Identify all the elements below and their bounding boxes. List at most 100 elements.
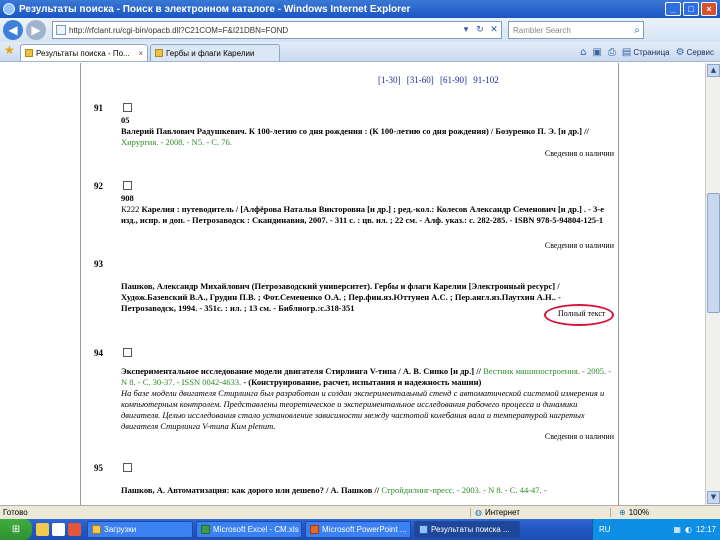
window-title: Результаты поиска - Поиск в электронном … [19,3,411,15]
desktop-icon[interactable] [36,523,49,536]
scroll-thumb[interactable] [707,193,720,313]
status-bar: Готово ◍ Интернет ⊕ 100% [0,505,720,519]
refresh-icon[interactable]: ↻ [473,25,487,35]
scroll-up-icon[interactable]: ▲ [707,64,720,77]
record-number: 92 [94,181,103,191]
address-dropdown-icon[interactable]: ▾ [459,25,473,35]
search-input[interactable]: Rambler Search [509,26,627,35]
search-icon[interactable]: ⌕ [627,25,643,36]
record-subcode: К222 [121,204,140,214]
window-titlebar: Результаты поиска - Поиск в электронном … [0,0,720,18]
record-body: 908 К222 Карелия : путеводитель / [Алфёр… [121,193,616,226]
zone-label: Интернет [484,508,520,517]
favorites-star-icon[interactable]: ★ [4,43,18,59]
record-abstract: На базе модели двигателя Стирлинга был р… [121,388,605,431]
record-source-link[interactable]: Хирургия. - 2008. - N5. - С. 76. [121,137,232,147]
result-record: 95 Пашков, А. Автоматизация: как дорого … [81,463,620,505]
globe-icon: ◍ [475,508,482,517]
zoom-control[interactable]: ⊕ 100% [610,508,720,517]
taskbar-button-label: Результаты поиска ... [431,525,510,534]
scroll-down-icon[interactable]: ▼ [707,491,720,504]
ie-logo-icon [3,3,15,15]
record-checkbox[interactable] [123,463,132,472]
stop-icon[interactable]: ✕ [487,25,501,35]
tab-label: Результаты поиска - По... [36,48,130,58]
taskbar-button-excel[interactable]: Microsoft Excel - СМ.xls [196,521,302,538]
record-title: Пашков, Александр Михайлович (Петрозавод… [121,281,561,313]
window-controls: _ □ × [665,2,717,16]
availability-link[interactable]: Сведения о наличии [545,241,614,250]
powerpoint-icon [310,525,319,534]
record-source-link[interactable]: Стройдилинг-пресс. - 2003. - N 8. - С. 4… [381,485,546,495]
ie-icon [419,525,428,534]
volume-icon[interactable]: ◐ [685,525,692,534]
feeds-icon: ▣ [592,46,602,58]
vertical-scrollbar[interactable]: ▲ ▼ [705,63,720,505]
tab-close-icon[interactable]: × [135,49,143,58]
taskbar-button-downloads[interactable]: Загрузки [87,521,193,538]
taskbar-button-ie[interactable]: Результаты поиска ... [414,521,520,538]
record-title: Валерий Павлович Радушкевич. К 100-летию… [121,126,589,136]
start-button[interactable]: ⊞ [0,519,32,540]
ie-icon[interactable] [52,523,65,536]
forward-button[interactable]: ▶ [26,20,46,40]
excel-icon [201,525,210,534]
pagination: [1-30] [31-60] [61-90] 91-102 [378,75,503,85]
availability-link[interactable]: Сведения о наличии [545,149,614,158]
page-menu-button[interactable]: ▤ Страница [622,47,670,58]
record-number: 94 [94,348,103,358]
close-button[interactable]: × [701,2,717,16]
record-checkbox[interactable] [123,348,132,357]
availability-link[interactable]: Сведения о наличии [545,432,614,441]
taskbar-button-label: Microsoft Excel - СМ.xls [213,525,299,534]
result-record: 92 908 К222 Карелия : путеводитель / [Ал… [81,181,620,256]
address-bar[interactable]: http://rfclant.ru/cgi-bin/opacb.dll?C21C… [52,21,502,39]
system-tray: RU ▦ ◐ 12:17 [592,519,720,540]
page-viewport: [1-30] [31-60] [61-90] 91-102 91 05 Вале… [0,63,720,505]
language-indicator[interactable]: RU [593,525,611,534]
print-button[interactable]: ⎙ [608,47,616,58]
page-link[interactable]: [61-90] [440,75,467,85]
tab-favicon-icon [155,49,163,57]
record-body: 05 Валерий Павлович Радушкевич. К 100-ле… [121,115,616,148]
tab-gerby-karelii[interactable]: Гербы и флаги Карелии [150,44,280,61]
home-button[interactable]: ⌂ [580,47,586,58]
page-icon: ▤ [621,46,632,58]
tab-toolbar: ★ Результаты поиска - По... × Гербы и фл… [0,42,720,62]
fulltext-link[interactable]: Полный текст [558,309,605,318]
feeds-button[interactable]: ▣ [592,47,601,58]
search-box[interactable]: Rambler Search ⌕ [508,21,644,39]
taskbar-button-label: Microsoft PowerPoint ... [322,525,407,534]
maximize-button[interactable]: □ [683,2,699,16]
address-toolbar: ◀ ▶ http://rfclant.ru/cgi-bin/opacb.dll?… [0,18,720,42]
page-link[interactable]: [31-60] [407,75,434,85]
address-url[interactable]: http://rfclant.ru/cgi-bin/opacb.dll?C21C… [69,26,459,35]
media-icon[interactable] [68,523,81,536]
result-record: 93 Пашков, Александр Михайлович (Петроза… [81,259,620,341]
record-title: Экспериментальное исследование модели дв… [121,366,481,376]
zoom-icon: ⊕ [619,508,626,517]
clock: 12:17 [695,525,716,534]
page-link[interactable]: [1-30] [378,75,401,85]
tools-menu-button[interactable]: ⚙ Сервис [676,47,714,58]
record-checkbox[interactable] [123,103,132,112]
record-code: 05 [121,115,130,125]
print-icon: ⎙ [607,46,616,58]
taskbar-button-powerpoint[interactable]: Microsoft PowerPoint ... [305,521,411,538]
record-number: 91 [94,103,103,113]
page-menu-label: Страница [633,47,670,57]
tab-favicon-icon [25,49,33,57]
network-icon[interactable]: ▦ [673,525,681,534]
tools-icon: ⚙ [675,46,685,58]
status-text: Готово [3,508,28,517]
quick-launch [36,523,81,536]
minimize-button[interactable]: _ [665,2,681,16]
record-checkbox[interactable] [123,181,132,190]
home-icon: ⌂ [580,46,587,58]
tab-search-results[interactable]: Результаты поиска - По... × [20,44,148,61]
result-record: 94 Экспериментальное исследование модели… [81,348,620,448]
taskbar-button-label: Загрузки [104,525,137,534]
back-button[interactable]: ◀ [3,20,23,40]
record-body: Экспериментальное исследование модели дв… [121,366,616,432]
page-icon [56,25,66,35]
